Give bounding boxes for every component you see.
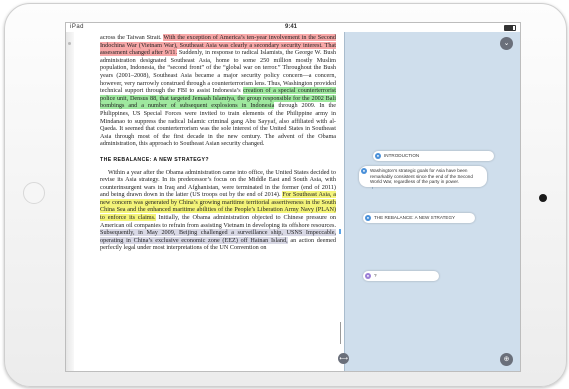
- status-bar: iPad 9:41: [66, 23, 520, 32]
- ipad-frame: iPad 9:41 across the Taiwan Strait. With…: [4, 3, 567, 387]
- text-run: across the Taiwan Strait.: [100, 34, 164, 41]
- status-time: 9:41: [285, 24, 298, 30]
- carrier-label: iPad: [70, 24, 85, 30]
- camera-icon: [539, 194, 547, 202]
- split-toggle-icon[interactable]: ⟷: [338, 353, 349, 364]
- text-run: through 2009. In the Philippines, US Spe…: [100, 102, 336, 148]
- page-gutter: [66, 32, 74, 371]
- screen: iPad 9:41 across the Taiwan Strait. With…: [65, 22, 521, 372]
- gutter-dot: [68, 42, 71, 45]
- zoom-icon[interactable]: ⊕: [500, 353, 513, 366]
- chevron-down-icon[interactable]: ⌄: [500, 37, 513, 50]
- note-icon: ●: [365, 215, 371, 221]
- paragraph: Within a year after the Obama administra…: [100, 169, 337, 253]
- section-marker: [339, 229, 341, 234]
- note-icon: ●: [361, 168, 367, 174]
- note-card[interactable]: ● INTRODUCTION: [373, 151, 494, 161]
- note-text: THE REBALANCE: A NEW STRATEGY: [374, 215, 456, 220]
- scroll-indicator[interactable]: [340, 322, 341, 344]
- note-card[interactable]: ● THE REBALANCE: A NEW STRATEGY: [363, 213, 475, 223]
- home-button[interactable]: [23, 182, 45, 204]
- section-heading: THE REBALANCE: A NEW STRATEGY?: [100, 156, 209, 163]
- battery-icon: [504, 25, 516, 31]
- note-text: Washington's strategic goals for Asia ha…: [370, 168, 473, 185]
- book-text: across the Taiwan Strait. With the excep…: [100, 34, 337, 253]
- note-icon: ●: [375, 153, 381, 159]
- note-card[interactable]: ● Washington's strategic goals for Asia …: [359, 166, 487, 187]
- note-icon: ●: [365, 273, 371, 279]
- note-card[interactable]: ● ?: [363, 271, 439, 281]
- notes-panel: ⌄ ● INTRODUCTION ● Washington's strategi…: [344, 32, 520, 371]
- paragraph: across the Taiwan Strait. With the excep…: [100, 34, 336, 148]
- reading-pane[interactable]: across the Taiwan Strait. With the excep…: [66, 32, 344, 371]
- note-text: INTRODUCTION: [384, 153, 420, 158]
- note-text: ?: [374, 273, 377, 278]
